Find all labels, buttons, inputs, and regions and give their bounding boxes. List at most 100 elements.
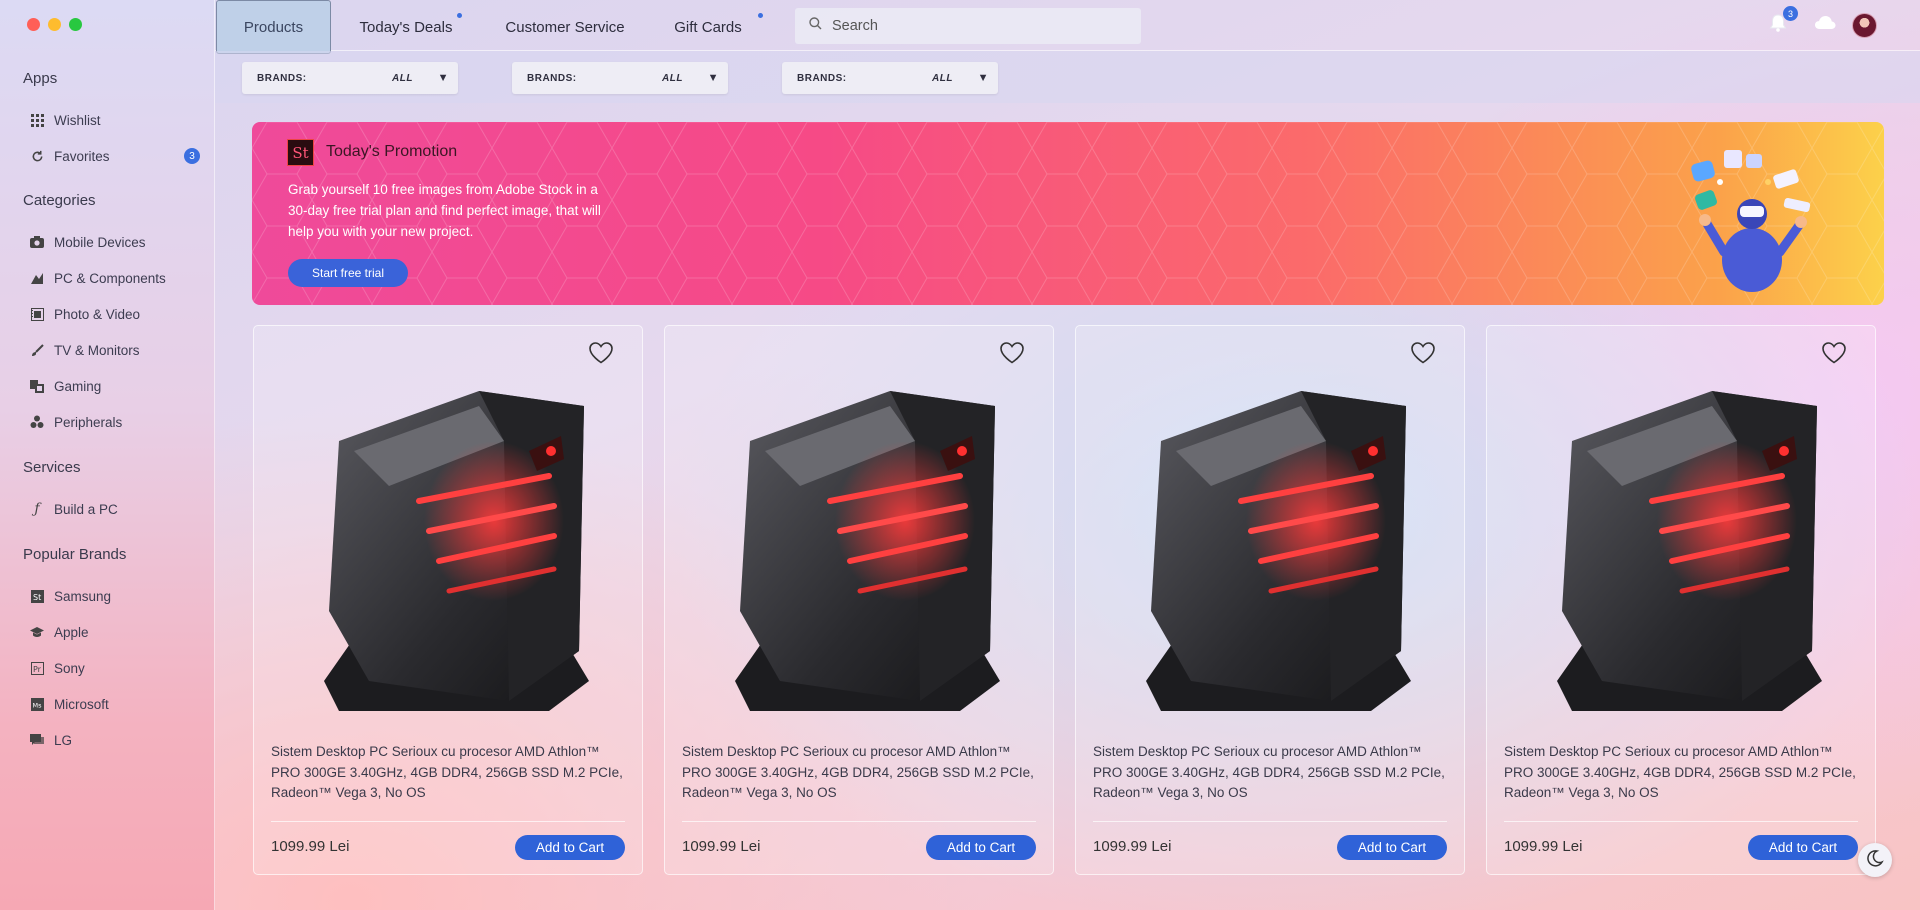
product-price: 1099.99 Lei <box>1504 838 1583 855</box>
sidebar-item-label: Gaming <box>54 378 102 394</box>
divider <box>271 821 625 822</box>
filter-value: ALL <box>932 72 953 84</box>
graduation-cap-icon <box>30 625 44 639</box>
add-to-cart-button[interactable]: Add to Cart <box>926 835 1036 860</box>
product-description: Sistem Desktop PC Serioux cu procesor AM… <box>682 744 1034 800</box>
sidebar-item-label: Build a PC <box>54 501 118 517</box>
maximize-window-button[interactable] <box>69 18 82 31</box>
sidebar-item-gaming[interactable]: Gaming <box>30 375 210 397</box>
sidebar-item-label: Microsoft <box>54 696 109 712</box>
dark-mode-toggle[interactable] <box>1858 843 1892 877</box>
minimize-window-button[interactable] <box>48 18 61 31</box>
product-image <box>735 391 1000 711</box>
sidebar-item-microsoft[interactable]: Ms Microsoft <box>30 693 210 715</box>
sidebar-item-label: Favorites <box>54 148 110 164</box>
svg-text:St: St <box>33 593 41 602</box>
sidebar-item-apple[interactable]: Apple <box>30 621 210 643</box>
brand-filter-dropdown[interactable]: BRANDS: ALL ▼ <box>242 62 458 94</box>
section-title-popular-brands: Popular Brands <box>23 546 127 563</box>
function-icon: ƒ <box>34 501 40 517</box>
sidebar-item-label: TV & Monitors <box>54 342 140 358</box>
tab-label: Products <box>243 18 304 36</box>
tab-gift-cards[interactable]: Gift Cards <box>658 0 758 54</box>
sidebar-item-wishlist[interactable]: Wishlist <box>30 109 210 131</box>
divider <box>682 821 1036 822</box>
sidebar-item-label: Peripherals <box>54 414 123 430</box>
components-icon <box>30 271 44 285</box>
divider <box>1504 821 1858 822</box>
tab-label: Gift Cards <box>674 18 742 36</box>
ms-icon: Ms <box>30 697 44 711</box>
search-input[interactable] <box>832 18 1112 34</box>
sidebar-item-favorites[interactable]: Favorites 3 <box>30 145 210 167</box>
sidebar-item-photo-video[interactable]: Photo & Video <box>30 303 210 325</box>
bell-icon <box>1768 14 1788 37</box>
gamepad-icon <box>30 379 44 393</box>
sidebar-item-label: PC & Components <box>54 270 166 286</box>
filter-value: ALL <box>662 72 683 84</box>
product-card[interactable]: Sistem Desktop PC Serioux cu procesor AM… <box>1486 325 1876 875</box>
product-card[interactable]: Sistem Desktop PC Serioux cu procesor AM… <box>664 325 1054 875</box>
sidebar-item-mobile-devices[interactable]: Mobile Devices <box>30 231 210 253</box>
promotion-banner: St Today's Promotion Grab yourself 10 fr… <box>252 122 1884 305</box>
product-image <box>1557 391 1822 711</box>
notifications-count-badge: 3 <box>1783 6 1798 21</box>
notifications-button[interactable]: 3 <box>1768 6 1798 37</box>
top-right-actions: 3 <box>1720 0 1920 51</box>
pr-icon: Pr <box>30 661 44 675</box>
svg-text:Ms: Ms <box>32 701 42 709</box>
moon-icon <box>1866 849 1884 872</box>
add-to-cart-button[interactable]: Add to Cart <box>1748 835 1858 860</box>
section-title-apps: Apps <box>23 70 58 87</box>
heart-icon[interactable] <box>1410 341 1436 367</box>
heart-icon[interactable] <box>1821 341 1847 367</box>
heart-icon[interactable] <box>588 341 614 367</box>
film-icon <box>30 307 44 321</box>
heart-icon[interactable] <box>999 341 1025 367</box>
sidebar-item-peripherals[interactable]: Peripherals <box>30 411 210 433</box>
sidebar-item-sony[interactable]: Pr Sony <box>30 657 210 679</box>
product-card[interactable]: Sistem Desktop PC Serioux cu procesor AM… <box>253 325 643 875</box>
product-description: Sistem Desktop PC Serioux cu procesor AM… <box>271 744 623 800</box>
caret-down-icon: ▼ <box>977 72 989 84</box>
add-to-cart-button[interactable]: Add to Cart <box>1337 835 1447 860</box>
brand-filter-dropdown[interactable]: BRANDS: ALL ▼ <box>512 62 728 94</box>
refresh-icon <box>30 149 44 163</box>
sidebar-item-label: Sony <box>54 660 85 676</box>
section-title-services: Services <box>23 459 81 476</box>
start-free-trial-button[interactable]: Start free trial <box>288 259 408 287</box>
product-card[interactable]: Sistem Desktop PC Serioux cu procesor AM… <box>1075 325 1465 875</box>
tab-label: Customer Service <box>505 18 625 36</box>
sidebar-item-label: Apple <box>54 624 89 640</box>
favorites-count-badge: 3 <box>184 148 200 164</box>
product-price: 1099.99 Lei <box>1093 838 1172 855</box>
sidebar-item-lg[interactable]: LG <box>30 729 210 751</box>
tab-customer-service[interactable]: Customer Service <box>490 0 640 54</box>
brush-icon <box>30 343 44 357</box>
sidebar-item-samsung[interactable]: St Samsung <box>30 585 210 607</box>
brand-filter-dropdown[interactable]: BRANDS: ALL ▼ <box>782 62 998 94</box>
filter-label: BRANDS: <box>797 72 847 84</box>
filter-label: BRANDS: <box>257 72 307 84</box>
search-box[interactable] <box>795 8 1141 44</box>
tab-products[interactable]: Products <box>216 0 331 54</box>
tab-todays-deals[interactable]: Today's Deals <box>345 0 467 54</box>
filter-label: BRANDS: <box>527 72 577 84</box>
user-avatar[interactable] <box>1852 13 1877 38</box>
product-price: 1099.99 Lei <box>682 838 761 855</box>
product-image <box>1146 391 1411 711</box>
divider <box>1093 821 1447 822</box>
sidebar: Apps Wishlist Favorites 3 Categories Mob… <box>0 0 215 910</box>
cloud-icon[interactable] <box>1814 15 1836 35</box>
sidebar-item-label: LG <box>54 732 73 748</box>
close-window-button[interactable] <box>27 18 40 31</box>
product-description: Sistem Desktop PC Serioux cu procesor AM… <box>1093 744 1445 800</box>
tab-label: Today's Deals <box>359 18 453 36</box>
section-title-categories: Categories <box>23 192 96 209</box>
add-to-cart-button[interactable]: Add to Cart <box>515 835 625 860</box>
search-icon <box>809 17 822 35</box>
sidebar-item-build-a-pc[interactable]: ƒ Build a PC <box>30 498 210 520</box>
sidebar-item-pc-components[interactable]: PC & Components <box>30 267 210 289</box>
sidebar-item-tv-monitors[interactable]: TV & Monitors <box>30 339 210 361</box>
caret-down-icon: ▼ <box>707 72 719 84</box>
